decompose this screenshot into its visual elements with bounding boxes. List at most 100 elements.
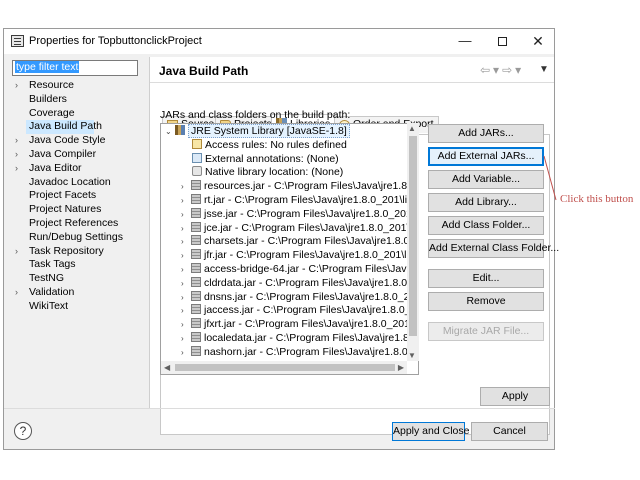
scroll-left-icon[interactable]: ◀: [164, 361, 170, 374]
nav-item-label: Validation: [29, 285, 75, 298]
native-library-icon: [192, 166, 202, 177]
jar-file-icon: [191, 235, 201, 246]
back-forward-nav-icons[interactable]: ⇦▾⇨▾: [480, 63, 524, 77]
nav-item-project-facets[interactable]: Project Facets: [10, 189, 144, 203]
add-jars-button[interactable]: Add JARs...: [428, 124, 544, 143]
add-variable-button[interactable]: Add Variable...: [428, 170, 544, 189]
tree-row-jre-system-library[interactable]: ⌄ JRE System Library [JavaSE-1.8]: [165, 124, 350, 139]
collapse-chevron-icon[interactable]: ›: [181, 263, 191, 277]
nav-item-builders[interactable]: Builders: [10, 93, 144, 107]
expand-chevron-icon[interactable]: ›: [15, 162, 18, 176]
tree-row-jar[interactable]: › resources.jar - C:\Program Files\Java\j…: [181, 180, 418, 194]
vertical-scroll-thumb[interactable]: [409, 136, 417, 336]
collapse-chevron-icon[interactable]: ›: [181, 208, 191, 222]
tree-row-label: jsse.jar - C:\Program Files\Java\jre1.8.…: [204, 207, 419, 220]
view-menu-icon[interactable]: ▼: [539, 64, 549, 75]
tree-row-label: JRE System Library [JavaSE-1.8]: [188, 124, 350, 138]
collapse-chevron-icon[interactable]: ›: [181, 346, 191, 360]
collapse-chevron-icon[interactable]: ›: [181, 194, 191, 208]
add-library-button[interactable]: Add Library...: [428, 193, 544, 212]
nav-item-javadoc-location[interactable]: Javadoc Location: [10, 176, 144, 190]
nav-item-label: Java Build Path: [29, 120, 102, 133]
apply-button[interactable]: Apply: [480, 387, 550, 406]
jar-file-icon: [191, 276, 201, 287]
tree-row-jar[interactable]: › access-bridge-64.jar - C:\Program Files…: [181, 263, 418, 277]
edit-button[interactable]: Edit...: [428, 269, 544, 288]
collapse-chevron-icon[interactable]: ⌄: [165, 125, 175, 139]
nav-item-wikitext[interactable]: WikiText: [10, 300, 144, 314]
collapse-chevron-icon[interactable]: ›: [181, 318, 191, 332]
help-icon[interactable]: ?: [14, 422, 32, 440]
nav-item-java-compiler[interactable]: › Java Compiler: [10, 148, 144, 162]
tree-row-label: jaccess.jar - C:\Program Files\Java\jre1…: [204, 304, 419, 317]
collapse-chevron-icon[interactable]: ›: [181, 235, 191, 249]
add-class-folder-button[interactable]: Add Class Folder...: [428, 216, 544, 235]
nav-item-coverage[interactable]: Coverage: [10, 107, 144, 121]
tree-row-jar[interactable]: › nashorn.jar - C:\Program Files\Java\jre…: [181, 345, 418, 360]
tree-row-label: Access rules: No rules defined: [205, 138, 347, 151]
scroll-up-icon[interactable]: ▲: [408, 124, 416, 133]
tree-vertical-scrollbar[interactable]: ▲ ▼: [407, 123, 419, 361]
tree-row-jar[interactable]: › jfr.jar - C:\Program Files\Java\jre1.8.…: [181, 249, 415, 263]
nav-item-label: Builders: [29, 92, 67, 105]
tree-row-label: access-bridge-64.jar - C:\Program Files\…: [204, 263, 418, 275]
expand-chevron-icon[interactable]: ›: [15, 286, 18, 300]
tree-horizontal-scrollbar[interactable]: ◀ ▶: [161, 361, 407, 374]
close-button[interactable]: ✕: [518, 29, 558, 54]
expand-chevron-icon[interactable]: ›: [15, 245, 18, 259]
nav-item-testng[interactable]: TestNG: [10, 272, 144, 286]
collapse-chevron-icon[interactable]: ›: [181, 332, 191, 346]
tree-row-label: jfxrt.jar - C:\Program Files\Java\jre1.8…: [204, 318, 419, 331]
collapse-chevron-icon[interactable]: ›: [181, 180, 191, 194]
expand-chevron-icon[interactable]: ›: [15, 134, 18, 148]
nav-item-project-natures[interactable]: Project Natures: [10, 203, 144, 217]
external-annotations-icon: [192, 152, 202, 163]
nav-item-run-debug-settings[interactable]: Run/Debug Settings: [10, 231, 144, 245]
expand-chevron-icon[interactable]: ›: [15, 79, 18, 93]
nav-item-label: Coverage: [29, 106, 75, 119]
remove-button[interactable]: Remove: [428, 292, 544, 311]
maximize-button[interactable]: [482, 29, 522, 54]
tree-row-jar[interactable]: › localedata.jar - C:\Program Files\Java\…: [181, 332, 418, 346]
nav-item-resource[interactable]: › Resource: [10, 79, 144, 93]
add-external-jars-button[interactable]: Add External JARs...: [428, 147, 544, 166]
horizontal-scroll-thumb[interactable]: [175, 364, 395, 371]
tree-row-jar[interactable]: › cldrdata.jar - C:\Program Files\Java\jr…: [181, 276, 418, 291]
cancel-button[interactable]: Cancel: [471, 422, 548, 441]
nav-item-task-tags[interactable]: Task Tags: [10, 258, 144, 272]
tree-row-jar[interactable]: › charsets.jar - C:\Program Files\Java\jr…: [181, 235, 418, 249]
nav-item-validation[interactable]: › Validation: [10, 286, 144, 300]
tree-row-jar[interactable]: › jaccess.jar - C:\Program Files\Java\jre…: [181, 304, 419, 318]
tree-row-jar[interactable]: › jsse.jar - C:\Program Files\Java\jre1.8…: [181, 207, 419, 222]
tree-row-jar[interactable]: › jce.jar - C:\Program Files\Java\jre1.8.…: [181, 221, 418, 236]
maximize-icon: [497, 37, 507, 47]
nav-item-java-editor[interactable]: › Java Editor: [10, 162, 144, 176]
tree-row-label: External annotations: (None): [205, 152, 339, 165]
tree-row-jar[interactable]: › dnsns.jar - C:\Program Files\Java\jre1.…: [181, 290, 418, 305]
filter-input-text: type filter text: [15, 61, 80, 73]
minimize-button[interactable]: —: [445, 29, 485, 54]
tree-row-attribute[interactable]: External annotations: (None): [192, 152, 339, 167]
build-path-tree[interactable]: ⌄ JRE System Library [JavaSE-1.8] Access r…: [160, 123, 419, 375]
expand-chevron-icon[interactable]: ›: [15, 148, 18, 162]
scroll-right-icon[interactable]: ▶: [398, 361, 404, 374]
collapse-chevron-icon[interactable]: ›: [181, 249, 191, 263]
nav-item-task-repository[interactable]: › Task Repository: [10, 245, 144, 259]
nav-item-project-references[interactable]: Project References: [10, 217, 144, 231]
scroll-down-icon[interactable]: ▼: [408, 351, 416, 360]
collapse-chevron-icon[interactable]: ›: [181, 304, 191, 318]
nav-item-label: Resource: [29, 79, 74, 91]
apply-and-close-button[interactable]: Apply and Close: [392, 422, 469, 441]
tree-row-attribute[interactable]: Access rules: No rules defined: [192, 138, 347, 153]
tree-row-jar[interactable]: › jfxrt.jar - C:\Program Files\Java\jre1.…: [181, 318, 419, 332]
jar-file-icon: [191, 249, 201, 260]
tree-row-jar[interactable]: › rt.jar - C:\Program Files\Java\jre1.8.0…: [181, 194, 413, 208]
tree-row-attribute[interactable]: Native library location: (None): [192, 166, 343, 180]
collapse-chevron-icon[interactable]: ›: [181, 277, 191, 291]
filter-input[interactable]: type filter text: [12, 60, 138, 76]
nav-item-java-code-style[interactable]: › Java Code Style: [10, 134, 144, 148]
collapse-chevron-icon[interactable]: ›: [181, 222, 191, 236]
add-external-class-folder-button[interactable]: Add External Class Folder...: [428, 239, 559, 258]
nav-item-java-build-path[interactable]: Java Build Path: [26, 120, 102, 135]
collapse-chevron-icon[interactable]: ›: [181, 291, 191, 305]
